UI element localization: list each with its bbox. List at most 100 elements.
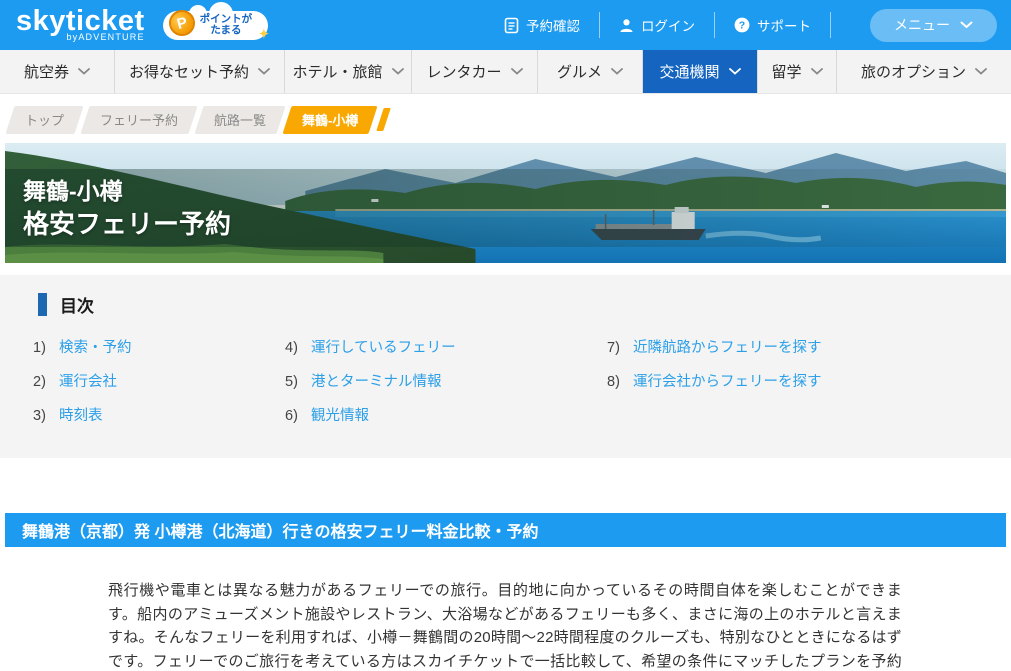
chevron-down-icon [258, 68, 270, 75]
toc-column-3: 7) 近隣航路からフェリーを探す 8) 運行会社からフェリーを探す [607, 336, 822, 438]
breadcrumb-item-routes[interactable]: 航路一覧 [194, 105, 286, 134]
chevron-down-icon [78, 68, 90, 75]
hero-title-overlay: 舞鶴-小樽 格安フェリー予約 [5, 169, 1006, 247]
toc-item-number: 8) [607, 374, 620, 390]
toc-column-2: 4) 運行しているフェリー 5) 港とターミナル情報 6) 観光情報 [285, 336, 607, 438]
breadcrumb-label: トップ [25, 112, 65, 128]
section-banner: 舞鶴港（京都）発 小樽港（北海道）行きの格安フェリー料金比較・予約 [5, 513, 1006, 547]
toc-item-sightseeing: 6) 観光情報 [285, 404, 607, 425]
hero-banner: 舞鶴-小樽 格安フェリー予約 [5, 143, 1006, 263]
nav-item-label: 留学 [771, 64, 802, 81]
points-badge-line1: ポイントが [199, 12, 253, 25]
svg-text:?: ? [739, 20, 745, 32]
skyticket-logo[interactable]: skyticket byADVENTURE [16, 5, 145, 43]
toc-heading: 目次 [38, 292, 1011, 317]
chevron-down-icon [510, 68, 523, 75]
points-badge: P ポイントが たまる ✦ [162, 1, 271, 43]
support-link[interactable]: ? サポート [734, 15, 811, 35]
nav-item-label: 航空券 [23, 64, 69, 81]
reservation-check-label: 予約確認 [526, 19, 580, 34]
toc-item-number: 7) [607, 340, 620, 356]
chevron-down-icon [975, 68, 987, 75]
support-label: サポート [757, 19, 811, 34]
toc-item-timetable: 3) 時刻表 [33, 404, 285, 425]
user-icon [620, 18, 633, 32]
main-navigation: 航空券 お得なセット予約 ホテル・旅館 レンタカー グルメ 交通機関 留学 旅の… [0, 50, 1011, 94]
menu-button-label: メニュー [894, 17, 950, 33]
table-of-contents: 目次 1) 検索・予約 2) 運行会社 3) 時刻表 4) 運行しているフェリー… [0, 275, 1011, 458]
breadcrumb-item-ferry[interactable]: フェリー予約 [80, 105, 198, 134]
top-header: skyticket byADVENTURE P ポイントが たまる ✦ 予約確認… [0, 0, 1011, 50]
page-title-route: 舞鶴-小樽 [23, 177, 123, 204]
menu-button[interactable]: メニュー [870, 8, 997, 42]
toc-link-search[interactable]: 検索・予約 [59, 336, 132, 357]
toc-link-search-by-operator[interactable]: 運行会社からフェリーを探す [633, 370, 822, 391]
toc-link-sightseeing[interactable]: 観光情報 [311, 404, 369, 425]
nav-item-rental-car[interactable]: レンタカー [412, 50, 538, 93]
toc-item-number: 6) [285, 408, 298, 424]
breadcrumb: トップ フェリー予約 航路一覧 舞鶴-小樽 [5, 105, 1011, 134]
page-title-subtitle: 格安フェリー予約 [23, 208, 232, 239]
nav-item-package-deals[interactable]: お得なセット予約 [115, 50, 285, 93]
brand-sub-wordmark: byADVENTURE [66, 32, 145, 42]
breadcrumb-slash-decoration [376, 108, 392, 131]
chevron-down-icon [391, 68, 404, 75]
chevron-down-icon [611, 68, 623, 75]
toc-link-operators[interactable]: 運行会社 [59, 370, 117, 391]
toc-item-number: 1) [33, 340, 46, 356]
login-label: ログイン [641, 19, 695, 34]
points-badge-label: ポイントが たまる [199, 12, 253, 37]
nav-item-travel-options[interactable]: 旅のオプション [837, 50, 1011, 93]
breadcrumb-item-top[interactable]: トップ [5, 105, 84, 134]
nav-item-label: お得なセット予約 [128, 64, 249, 81]
nav-item-flights[interactable]: 航空券 [0, 50, 115, 93]
toc-link-nearby-routes[interactable]: 近隣航路からフェリーを探す [633, 336, 822, 357]
toc-item-terminals: 5) 港とターミナル情報 [285, 370, 607, 391]
nav-item-label: 旅のオプション [860, 64, 966, 81]
breadcrumb-item-current: 舞鶴-小樽 [282, 105, 378, 134]
toc-column-1: 1) 検索・予約 2) 運行会社 3) 時刻表 [33, 336, 285, 438]
toc-item-ferries: 4) 運行しているフェリー [285, 336, 607, 357]
breadcrumb-label: 航路一覧 [214, 112, 267, 128]
toc-item-number: 5) [285, 374, 298, 390]
header-divider [714, 12, 715, 38]
toc-link-timetable[interactable]: 時刻表 [59, 404, 103, 425]
chevron-down-icon [810, 68, 823, 75]
brand-wordmark: skyticket [16, 5, 145, 37]
toc-title: 目次 [60, 297, 94, 316]
nav-item-gourmet[interactable]: グルメ [538, 50, 643, 93]
nav-item-transportation[interactable]: 交通機関 [643, 50, 758, 93]
toc-item-search-by-operator: 8) 運行会社からフェリーを探す [607, 370, 822, 391]
sparkle-icon: ✦ [257, 25, 271, 43]
coin-icon: P [165, 7, 198, 39]
breadcrumb-label: フェリー予約 [100, 112, 179, 128]
intro-paragraph: 飛行機や電車とは異なる魅力があるフェリーでの旅行。目的地に向かっているその時間自… [108, 582, 902, 670]
toc-item-search: 1) 検索・予約 [33, 336, 285, 357]
nav-item-study-abroad[interactable]: 留学 [758, 50, 837, 93]
toc-item-number: 2) [33, 374, 46, 390]
toc-link-ferries[interactable]: 運行しているフェリー [311, 336, 456, 357]
toc-link-terminals[interactable]: 港とターミナル情報 [311, 370, 442, 391]
nav-item-hotels[interactable]: ホテル・旅館 [285, 50, 412, 93]
toc-item-nearby-routes: 7) 近隣航路からフェリーを探す [607, 336, 822, 357]
section-banner-title: 舞鶴港（京都）発 小樽港（北海道）行きの格安フェリー料金比較・予約 [22, 524, 539, 541]
login-link[interactable]: ログイン [619, 15, 695, 35]
toc-item-number: 3) [33, 408, 46, 424]
nav-item-label: 交通機関 [659, 64, 720, 81]
document-icon [504, 17, 519, 33]
toc-columns: 1) 検索・予約 2) 運行会社 3) 時刻表 4) 運行しているフェリー 5)… [0, 336, 1011, 438]
chevron-down-icon [960, 21, 973, 28]
chevron-down-icon [728, 68, 741, 75]
nav-item-label: レンタカー [426, 64, 502, 81]
reservation-check-link[interactable]: 予約確認 [504, 15, 580, 35]
toc-item-number: 4) [285, 340, 298, 356]
nav-item-label: グルメ [556, 64, 602, 81]
nav-item-label: ホテル・旅館 [292, 64, 383, 81]
toc-accent-bar [38, 293, 47, 316]
header-divider [830, 12, 831, 38]
question-icon: ? [734, 17, 750, 33]
toc-item-operators: 2) 運行会社 [33, 370, 285, 391]
header-divider [599, 12, 600, 38]
points-badge-line2: たまる [210, 24, 242, 36]
breadcrumb-label: 舞鶴-小樽 [302, 112, 359, 128]
